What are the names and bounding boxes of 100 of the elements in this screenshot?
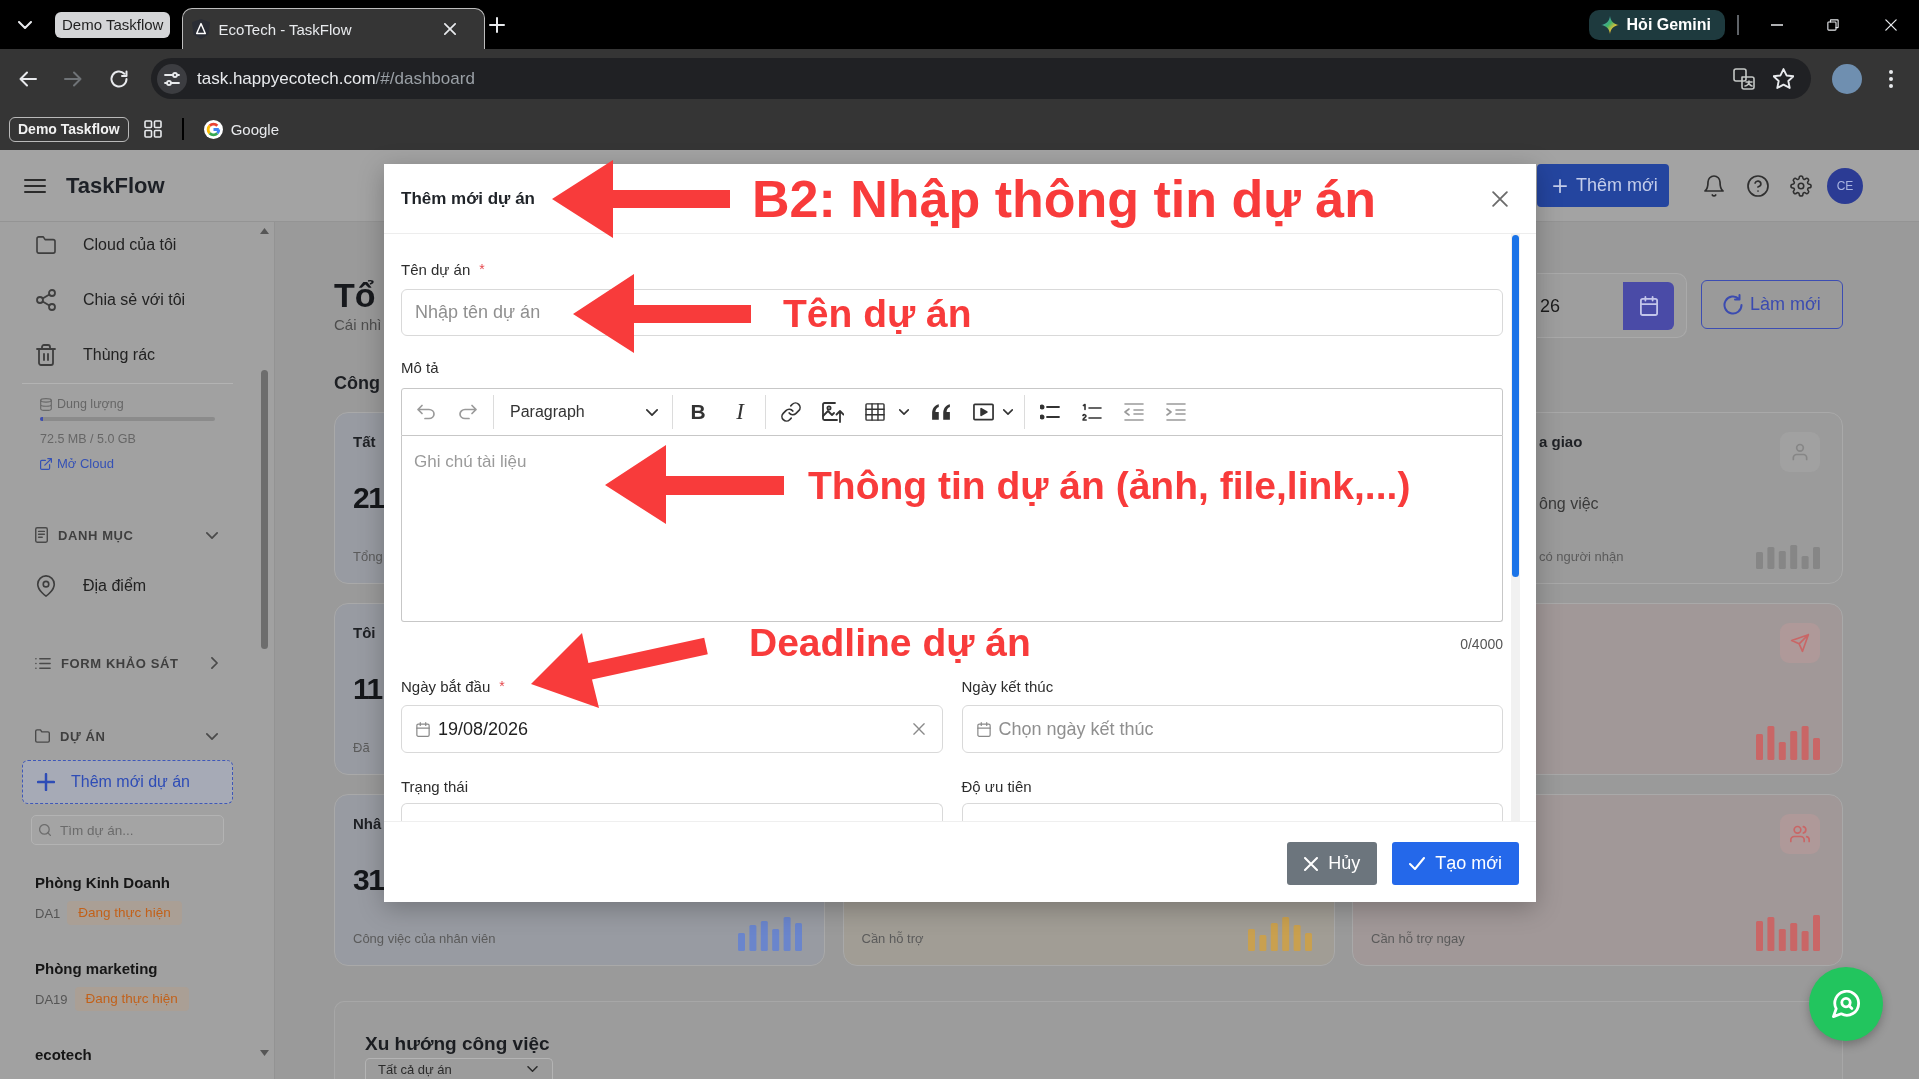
shield-icon (192, 19, 211, 39)
apps-grid-icon[interactable] (143, 120, 162, 138)
clear-icon[interactable] (912, 723, 925, 735)
arrow-right-icon[interactable] (64, 70, 82, 87)
image-upload-icon[interactable] (822, 401, 844, 423)
settings-icon[interactable] (1790, 174, 1812, 197)
section-title: Công (334, 372, 380, 395)
section-header[interactable]: FORM KHẢO SÁT (0, 643, 255, 683)
outdent-icon[interactable] (1124, 403, 1144, 421)
chevron-down-icon[interactable] (899, 409, 909, 415)
menu-icon[interactable] (24, 177, 46, 194)
site-settings-icon[interactable] (157, 63, 187, 94)
bell-icon[interactable] (1703, 174, 1725, 197)
storage-usage: 72.5 MB / 5.0 GB (40, 431, 136, 447)
project-name[interactable]: Phòng marketing (35, 959, 158, 979)
minimize-icon[interactable] (1771, 23, 1783, 26)
field-label: Độ ưu tiên (961, 777, 1032, 795)
tab-group-chip[interactable]: Demo Taskflow (55, 11, 171, 38)
translate-icon[interactable] (1733, 67, 1755, 90)
app-title: TaskFlow (66, 172, 165, 199)
date-field[interactable]: 26 (1537, 281, 1623, 330)
logo-icon (203, 119, 223, 139)
project-name[interactable]: Phòng Kinh Doanh (35, 873, 170, 893)
add-project-button[interactable]: Thêm mới dự án (22, 760, 233, 804)
project-dropdown[interactable]: Tất cả dự án (365, 1058, 553, 1079)
nav-item[interactable]: Thùng rác (0, 332, 255, 378)
scrollbar-thumb[interactable] (261, 370, 268, 649)
nav-item[interactable]: Cloud của tôi (0, 222, 255, 268)
scrollbar-thumb[interactable] (1512, 235, 1519, 577)
user-avatar[interactable]: CE (1827, 167, 1863, 204)
chevron-down-icon[interactable] (1003, 409, 1013, 415)
browser-tab[interactable]: EcoTech - TaskFlow (182, 8, 486, 49)
annotation-text: Tên dự án (783, 292, 972, 337)
bulleted-list-icon[interactable] (1040, 404, 1060, 420)
search-box[interactable]: Tìm dự án... (31, 815, 224, 845)
help-icon[interactable] (1747, 174, 1769, 197)
star-icon[interactable] (1773, 68, 1794, 89)
field-label: Trạng thái (401, 777, 468, 795)
reload-icon[interactable] (109, 68, 129, 89)
redo-icon[interactable] (458, 404, 478, 420)
card-caption: Cần hỗ trợ (861, 930, 924, 948)
card-caption: Tổng (353, 548, 383, 566)
section-header[interactable]: DANH MỤC (0, 515, 255, 555)
url-text[interactable]: task.happyecotech.com/#/dashboard (197, 68, 475, 89)
date-picker[interactable]: Chọn ngày kết thúc (961, 705, 1503, 753)
project-code: DA1 (35, 905, 61, 921)
scroll-up-icon[interactable] (260, 228, 269, 234)
plus-icon[interactable] (489, 16, 506, 33)
link-icon[interactable] (781, 402, 801, 422)
bold-button[interactable]: B (681, 395, 715, 429)
profile-avatar[interactable] (1832, 63, 1862, 94)
scroll-down-icon[interactable] (260, 1050, 269, 1056)
more-menu-icon[interactable] (1889, 69, 1893, 88)
paragraph-dropdown[interactable]: Paragraph (502, 395, 664, 429)
chevron-down-icon (646, 408, 658, 416)
select-field[interactable] (401, 803, 943, 821)
user-icon (1780, 432, 1820, 472)
bookmark-link[interactable]: Google (203, 119, 280, 139)
calendar-button[interactable] (1623, 281, 1674, 330)
date-picker[interactable]: 19/08/2026 (401, 705, 943, 753)
cancel-button[interactable]: Hủy (1287, 842, 1378, 885)
sparkle-icon (1600, 15, 1619, 34)
media-icon[interactable] (972, 403, 994, 421)
card-title: a giao (1539, 432, 1583, 452)
ask-ai-button[interactable]: Hỏi Gemini (1588, 9, 1725, 40)
refresh-icon (1723, 294, 1743, 315)
restore-icon[interactable] (1827, 18, 1839, 31)
indent-icon[interactable] (1166, 403, 1186, 421)
quote-icon[interactable] (931, 403, 951, 421)
page-subtitle: Cái nhì (334, 316, 382, 334)
field-label: Tên dự án (401, 260, 471, 278)
chevron-right-icon[interactable] (211, 657, 218, 669)
nav-item[interactable]: Chia sẻ với tôi (0, 277, 255, 323)
create-button[interactable]: Tạo mới (1392, 842, 1519, 885)
project-code: DA19 (35, 991, 68, 1007)
italic-button[interactable]: I (723, 395, 757, 429)
chat-bubble-icon (1832, 990, 1860, 1018)
plus-icon (37, 773, 55, 791)
card-value: 21 (353, 480, 384, 516)
section-header[interactable]: DỰ ÁN (0, 716, 255, 756)
saved-group-chip[interactable]: Demo Taskflow (9, 116, 129, 142)
add-button[interactable]: Thêm mới (1537, 164, 1669, 207)
card-caption: Cần hỗ trợ ngay (1371, 930, 1465, 948)
field-label: Mô tả (401, 358, 439, 376)
nav-item[interactable]: Địa điểm (0, 563, 255, 609)
date-input[interactable]: 19/08/2026 (438, 718, 913, 740)
search-icon (39, 824, 51, 836)
address-bar[interactable]: task.happyecotech.com/#/dashboard (151, 58, 1811, 99)
card-caption: có người nhận (1539, 548, 1624, 566)
table-icon[interactable] (865, 403, 885, 421)
arrow-left-icon[interactable] (19, 70, 37, 87)
select-field[interactable] (961, 803, 1503, 821)
numbered-list-icon[interactable] (1082, 403, 1102, 421)
field-label: Ngày bắt đầu (401, 677, 491, 695)
date-input[interactable]: Chọn ngày kết thúc (998, 718, 1485, 740)
chevron-down-icon (527, 1066, 538, 1072)
folder-icon (35, 729, 50, 743)
search-input[interactable]: Tìm dự án... (60, 822, 210, 838)
project-name[interactable]: ecotech (35, 1045, 92, 1065)
undo-icon[interactable] (416, 404, 436, 420)
